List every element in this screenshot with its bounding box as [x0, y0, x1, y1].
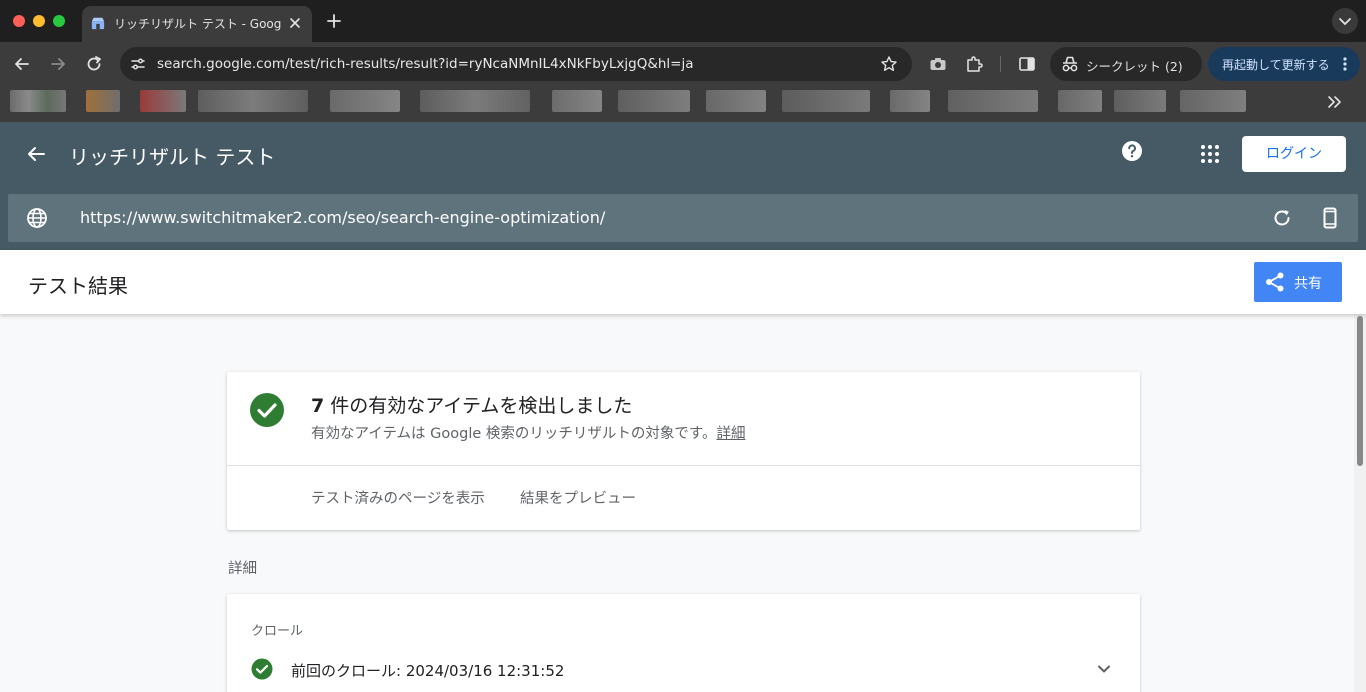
smartphone-icon[interactable] [1318, 206, 1342, 230]
bookmark-item[interactable] [706, 90, 766, 112]
share-button[interactable]: 共有 [1254, 262, 1342, 302]
summary-subtitle-text: 有効なアイテムは Google 検索のリッチリザルトの対象です。 [311, 426, 717, 442]
address-url: search.google.com/test/rich-results/resu… [157, 56, 694, 72]
tab-title: リッチリザルト テスト - Google [114, 17, 282, 31]
results-content: 7 件の有効なアイテムを検出しました 有効なアイテムは Google 検索のリッ… [0, 314, 1354, 692]
summary-title: 7 件の有効なアイテムを検出しました [311, 391, 632, 418]
side-panel-icon[interactable] [1017, 54, 1037, 74]
incognito-icon [1062, 56, 1078, 72]
bookmark-item[interactable] [330, 90, 400, 112]
tab-search-button[interactable] [1332, 8, 1358, 34]
bookmarks-bar [0, 86, 1366, 122]
reload-icon[interactable] [84, 54, 104, 74]
bookmark-item[interactable] [948, 90, 1038, 112]
refresh-icon[interactable] [1270, 206, 1294, 230]
results-header: テスト結果 共有 [0, 250, 1366, 314]
star-icon[interactable] [880, 55, 898, 73]
valid-item-count: 7 [311, 395, 325, 417]
check-circle-icon [250, 393, 284, 427]
summary-divider [227, 465, 1140, 466]
check-circle-icon [251, 658, 273, 680]
globe-icon [27, 208, 47, 228]
browser-tab[interactable]: リッチリザルト テスト - Google [82, 6, 312, 42]
camera-icon[interactable] [928, 54, 948, 74]
bookmark-item[interactable] [140, 90, 186, 112]
browser-tab-bar: リッチリザルト テスト - Google [0, 0, 1366, 42]
app-header: リッチリザルト テスト ログイン https://www.switchitmak… [0, 122, 1366, 250]
bookmark-item[interactable] [782, 90, 870, 112]
browser-toolbar: search.google.com/test/rich-results/resu… [0, 42, 1366, 86]
login-button[interactable]: ログイン [1242, 136, 1346, 172]
view-tested-page-button[interactable]: テスト済みのページを表示 [311, 487, 485, 508]
bookmark-item[interactable] [1058, 90, 1102, 112]
address-bar[interactable]: search.google.com/test/rich-results/resu… [120, 47, 912, 81]
preview-results-button[interactable]: 結果をプレビュー [520, 487, 636, 508]
app-title: リッチリザルト テスト [69, 145, 276, 169]
bookmark-item[interactable] [1180, 90, 1246, 112]
crawl-card: クロール 前回のクロール: 2024/03/16 12:31:52 [227, 594, 1140, 692]
tested-url: https://www.switchitmaker2.com/seo/searc… [80, 208, 606, 227]
details-link[interactable]: 詳細 [716, 426, 745, 442]
help-icon[interactable] [1120, 139, 1144, 163]
new-tab-icon[interactable] [325, 12, 343, 30]
share-icon [1266, 272, 1284, 292]
share-label: 共有 [1294, 276, 1322, 292]
close-window-button[interactable] [13, 15, 25, 27]
bookmark-item[interactable] [552, 90, 602, 112]
forward-icon[interactable] [48, 54, 68, 74]
more-icon[interactable] [1338, 55, 1352, 73]
chevron-double-right-icon[interactable] [1325, 94, 1343, 110]
page-scrollbar[interactable] [1354, 314, 1366, 692]
incognito-label: シークレット (2) [1086, 59, 1183, 74]
summary-title-text: 件の有効なアイテムを検出しました [324, 395, 633, 417]
results-title: テスト結果 [28, 274, 128, 298]
arrow-back-icon[interactable] [24, 142, 48, 166]
extensions-icon[interactable] [964, 54, 984, 74]
minimize-window-button[interactable] [33, 15, 45, 27]
bookmark-item[interactable] [890, 90, 930, 112]
relaunch-to-update-button[interactable]: 再起動して更新する [1208, 47, 1360, 81]
store-favicon-icon [91, 17, 105, 30]
bookmark-item[interactable] [198, 90, 308, 112]
incognito-profile-button[interactable]: シークレット (2) [1050, 47, 1202, 81]
crawl-heading: クロール [251, 624, 304, 639]
tested-url-bar[interactable]: https://www.switchitmaker2.com/seo/searc… [8, 194, 1358, 242]
bookmark-item[interactable] [1114, 90, 1166, 112]
close-tab-icon[interactable] [286, 14, 304, 32]
last-crawl-text: 前回のクロール: 2024/03/16 12:31:52 [291, 662, 565, 680]
site-settings-icon[interactable] [130, 56, 146, 72]
details-section-label: 詳細 [228, 561, 257, 577]
bookmark-item[interactable] [86, 90, 120, 112]
expand-chevron-icon[interactable] [1093, 658, 1115, 680]
back-icon[interactable] [12, 54, 32, 74]
toolbar-separator [1000, 56, 1001, 72]
summary-card: 7 件の有効なアイテムを検出しました 有効なアイテムは Google 検索のリッ… [227, 372, 1140, 530]
relaunch-label: 再起動して更新する [1222, 58, 1330, 72]
maximize-window-button[interactable] [53, 15, 65, 27]
apps-grid-icon[interactable] [1198, 142, 1222, 166]
chevron-down-icon [1339, 18, 1351, 26]
bookmark-item[interactable] [420, 90, 530, 112]
bookmark-item[interactable] [10, 90, 66, 112]
scrollbar-thumb[interactable] [1357, 316, 1363, 466]
bookmark-item[interactable] [618, 90, 690, 112]
summary-subtitle: 有効なアイテムは Google 検索のリッチリザルトの対象です。詳細 [311, 422, 745, 443]
